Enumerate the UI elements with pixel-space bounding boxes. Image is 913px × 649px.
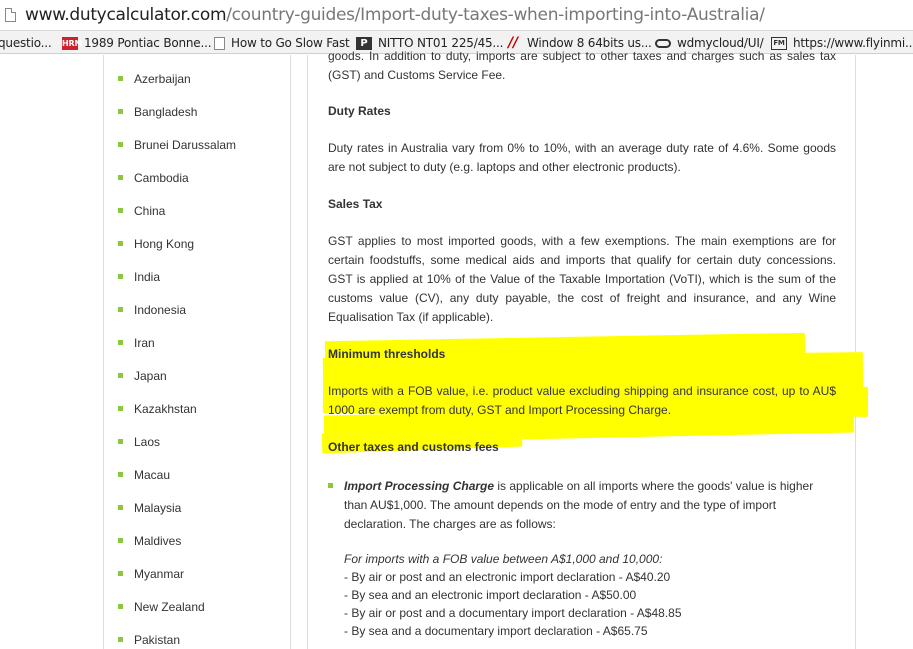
- bullet-icon: [118, 109, 123, 114]
- bullet-icon: [118, 538, 123, 543]
- address-bar[interactable]: www.dutycalculator.com/country-guides/Im…: [0, 0, 913, 31]
- bullet-icon: [118, 406, 123, 411]
- bullet-icon: [118, 175, 123, 180]
- country-link[interactable]: Laos: [134, 435, 160, 449]
- sidebar-item-country[interactable]: Japan: [118, 369, 236, 402]
- country-link[interactable]: Cambodia: [134, 171, 189, 185]
- bullet-icon: [118, 439, 123, 444]
- country-link[interactable]: Maldives: [134, 534, 181, 548]
- country-link[interactable]: Bangladesh: [134, 105, 197, 119]
- ipc-line: - By air or post and a documentary impor…: [344, 606, 682, 620]
- bullet-icon: [118, 571, 123, 576]
- bullet-icon: [328, 483, 333, 488]
- list-item: Import Processing Charge is applicable o…: [328, 477, 836, 534]
- min-thresholds-paragraph: Imports with a FOB value, i.e. product v…: [328, 384, 836, 417]
- sidebar-item-country[interactable]: Pakistan: [118, 633, 236, 649]
- intro-paragraph: goods. In addition to duty, imports are …: [328, 49, 836, 82]
- page-body: Azerbaijan Bangladesh Brunei Darussalam Cam…: [0, 49, 913, 649]
- country-link[interactable]: Pakistan: [134, 633, 180, 647]
- ipc-title: Import Processing Charge: [344, 479, 495, 493]
- country-link[interactable]: Indonesia: [134, 303, 186, 317]
- country-link[interactable]: Macau: [134, 468, 170, 482]
- page-icon: [5, 8, 16, 22]
- sales-tax-heading: Sales Tax: [328, 197, 383, 211]
- sidebar-item-country[interactable]: China: [118, 204, 236, 237]
- sidebar-item-country[interactable]: Kazakhstan: [118, 402, 236, 435]
- country-sidebar: Azerbaijan Bangladesh Brunei Darussalam Cam…: [103, 55, 291, 649]
- bullet-icon: [118, 373, 123, 378]
- duty-rates-paragraph: Duty rates in Australia vary from 0% to …: [328, 141, 836, 174]
- bookmark-questions[interactable]: questio...: [0, 34, 52, 52]
- sidebar-item-country[interactable]: India: [118, 270, 236, 303]
- sidebar-item-country[interactable]: Myanmar: [118, 567, 236, 600]
- sidebar-item-country[interactable]: Macau: [118, 468, 236, 501]
- min-thresholds-heading: Minimum thresholds: [328, 347, 446, 361]
- country-link[interactable]: Azerbaijan: [134, 72, 191, 86]
- country-link[interactable]: Japan: [134, 369, 167, 383]
- sidebar-item-country[interactable]: Indonesia: [118, 303, 236, 336]
- bookmark-label: 1989 Pontiac Bonne...: [84, 36, 212, 50]
- bullet-icon: [118, 274, 123, 279]
- sidebar-item-country[interactable]: Laos: [118, 435, 236, 468]
- ipc-range-label: For imports with a FOB value between A$1…: [344, 552, 663, 566]
- sidebar-item-country[interactable]: Cambodia: [118, 171, 236, 204]
- bullet-icon: [118, 142, 123, 147]
- sidebar-item-country[interactable]: Maldives: [118, 534, 236, 567]
- country-link[interactable]: India: [134, 270, 160, 284]
- sidebar-item-country[interactable]: Iran: [118, 336, 236, 369]
- country-link[interactable]: Iran: [134, 336, 155, 350]
- bullet-icon: [118, 604, 123, 609]
- country-link[interactable]: New Zealand: [134, 600, 205, 614]
- sidebar-item-country[interactable]: Bangladesh: [118, 105, 236, 138]
- country-link[interactable]: Myanmar: [134, 567, 184, 581]
- bookmark-label: questio...: [0, 36, 52, 50]
- sales-tax-paragraph: GST applies to most imported goods, with…: [328, 234, 836, 324]
- duty-rates-heading: Duty Rates: [328, 104, 391, 118]
- ipc-line: - By sea and an electronic import declar…: [344, 588, 637, 602]
- sidebar-item-country[interactable]: Brunei Darussalam: [118, 138, 236, 171]
- country-link[interactable]: Kazakhstan: [134, 402, 197, 416]
- main-content: goods. In addition to duty, imports are …: [307, 49, 869, 649]
- bullet-icon: [118, 472, 123, 477]
- bullet-icon: [118, 241, 123, 246]
- bullet-icon: [118, 208, 123, 213]
- charges-list: Import Processing Charge is applicable o…: [328, 477, 836, 534]
- url-text[interactable]: www.dutycalculator.com/country-guides/Im…: [25, 5, 765, 25]
- sidebar-item-country[interactable]: Hong Kong: [118, 237, 236, 270]
- other-taxes-heading: Other taxes and customs fees: [328, 440, 499, 454]
- ipc-description: Import Processing Charge is applicable o…: [344, 477, 836, 534]
- sidebar-item-country[interactable]: Azerbaijan: [118, 72, 236, 105]
- url-path: /country-guides/Import-duty-taxes-when-i…: [226, 5, 765, 25]
- bullet-icon: [118, 307, 123, 312]
- country-link[interactable]: Malaysia: [134, 501, 181, 515]
- country-link[interactable]: China: [134, 204, 165, 218]
- bullet-icon: [118, 505, 123, 510]
- ipc-line: - By air or post and an electronic impor…: [344, 570, 671, 584]
- bullet-icon: [118, 637, 123, 642]
- sidebar-item-country[interactable]: Malaysia: [118, 501, 236, 534]
- sidebar-item-country[interactable]: New Zealand: [118, 600, 236, 633]
- country-list: Azerbaijan Bangladesh Brunei Darussalam Cam…: [118, 72, 236, 649]
- country-link[interactable]: Brunei Darussalam: [134, 138, 236, 152]
- ipc-charges: For imports with a FOB value between A$1…: [344, 550, 852, 640]
- bullet-icon: [118, 340, 123, 345]
- url-host: www.dutycalculator.com: [25, 5, 227, 25]
- country-link[interactable]: Hong Kong: [134, 237, 194, 251]
- hrm-icon: HRM: [62, 36, 83, 50]
- bullet-icon: [118, 76, 123, 81]
- bookmark-pontiac[interactable]: HRM 1989 Pontiac Bonne...: [62, 34, 212, 52]
- page-icon: [214, 36, 225, 50]
- ipc-line: - By sea and a documentary import declar…: [344, 624, 648, 638]
